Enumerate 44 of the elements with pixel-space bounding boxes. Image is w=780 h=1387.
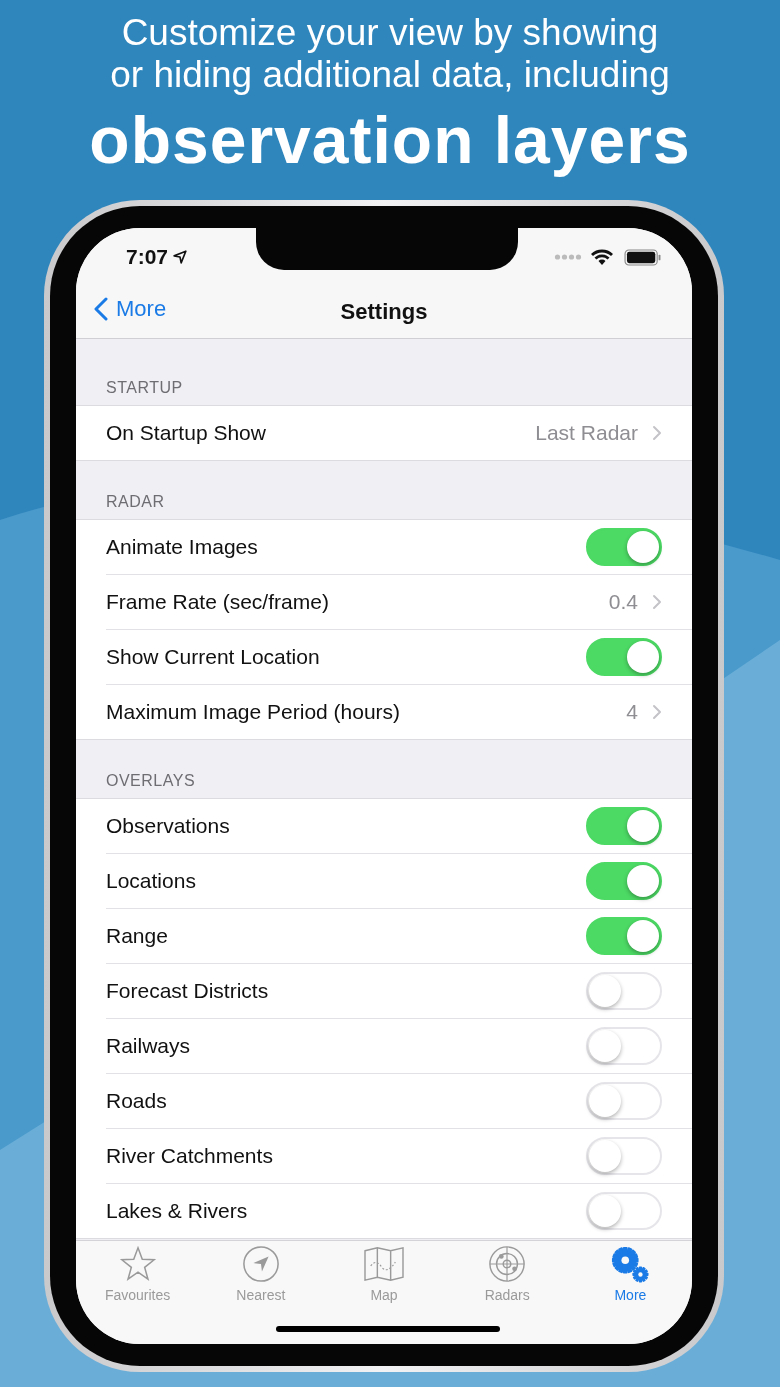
- section-header: STARTUP: [105, 378, 184, 398]
- map-icon: [362, 1245, 406, 1283]
- location-arrow-icon: [173, 250, 188, 264]
- row-label: Forecast Districts: [106, 979, 270, 1003]
- chevron-icon: [652, 425, 662, 441]
- toggle-switch[interactable]: [586, 807, 662, 845]
- row-value[interactable]: 0.4: [608, 590, 638, 614]
- back-chevron-icon: [94, 297, 108, 321]
- toggle-switch[interactable]: [586, 638, 662, 676]
- row-label: Roads: [106, 1089, 168, 1113]
- signal-icon: [554, 254, 582, 260]
- row-label: On Startup Show: [106, 421, 267, 445]
- battery-icon: [624, 248, 662, 266]
- back-button[interactable]: More: [94, 296, 167, 322]
- row-label: Locations: [106, 869, 197, 893]
- section-header: OVERLAYS: [105, 771, 197, 791]
- row-label: Maximum Image Period (hours): [106, 700, 402, 724]
- row-value[interactable]: 4: [626, 700, 638, 724]
- wifi-icon: [590, 248, 614, 266]
- row-label: River Catchments: [106, 1144, 274, 1168]
- headline-emphasis: observation layers: [88, 102, 692, 179]
- nav-title: Settings: [340, 299, 428, 325]
- tab-star[interactable]: Favourites: [76, 1245, 200, 1303]
- status-time: 7:07: [126, 245, 169, 269]
- row-label: Range: [106, 924, 169, 948]
- row-label: Lakes & Rivers: [106, 1199, 249, 1223]
- toggle-switch[interactable]: [586, 862, 662, 900]
- row-value[interactable]: Last Radar: [535, 421, 638, 445]
- tab-radar[interactable]: Radars: [445, 1245, 569, 1303]
- headline-text: or hiding additional data, including: [109, 54, 671, 96]
- row-label: Animate Images: [106, 535, 259, 559]
- tab-map[interactable]: Map: [322, 1245, 446, 1303]
- row-label: Railways: [106, 1034, 192, 1058]
- row-label: Show Current Location: [106, 645, 321, 669]
- chevron-icon: [652, 704, 662, 720]
- headline-text: Customize your view by showing: [120, 12, 660, 54]
- toggle-switch[interactable]: [586, 917, 662, 955]
- row-label: Observations: [106, 814, 231, 838]
- toggle-switch[interactable]: [586, 528, 662, 566]
- tab-nearest[interactable]: Nearest: [199, 1245, 323, 1303]
- tab-settings[interactable]: More: [568, 1245, 692, 1303]
- section-header: RADAR: [105, 492, 166, 512]
- row-label: Frame Rate (sec/frame): [106, 590, 330, 614]
- chevron-icon: [652, 594, 662, 610]
